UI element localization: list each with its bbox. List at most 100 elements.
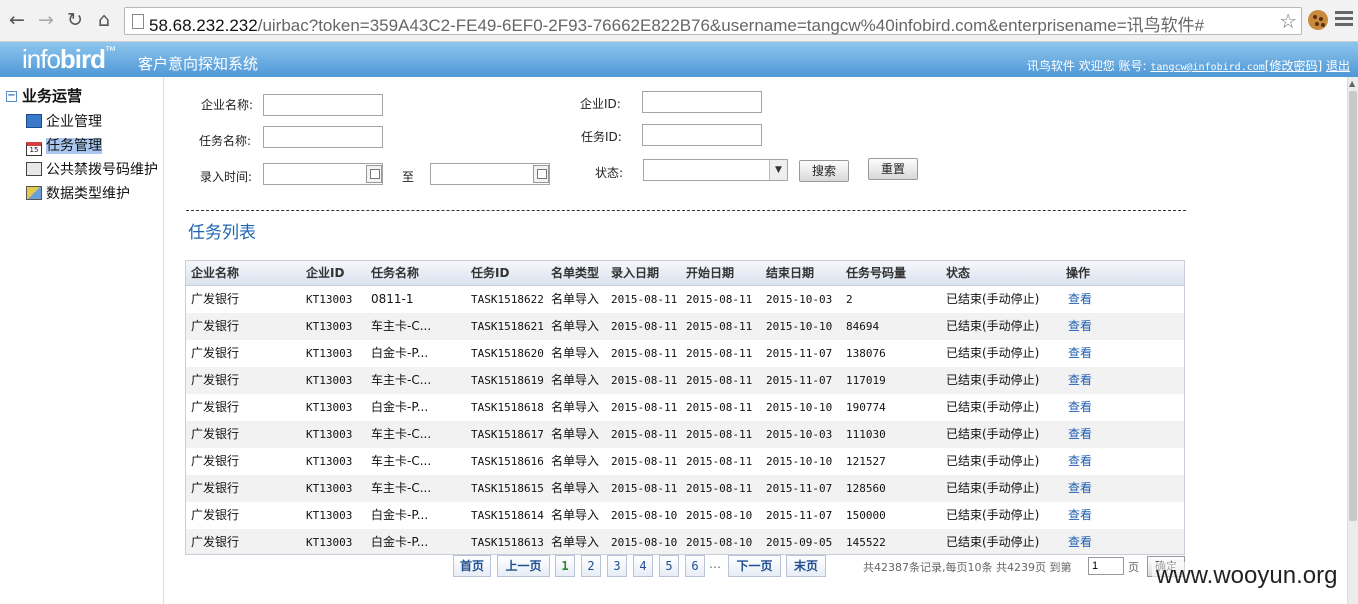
entry-time-end-input[interactable] [430, 163, 550, 185]
cell-action: 查看 [1068, 367, 1092, 394]
col-status[interactable]: 状态 [946, 261, 970, 286]
entry-time-start-input[interactable] [263, 163, 383, 185]
cell-task-id: TASK1518621 [471, 320, 544, 333]
sidebar-item-data-types[interactable]: 数据类型维护 [26, 183, 130, 205]
cell-company-id: KT13003 [306, 401, 353, 414]
col-task-name[interactable]: 任务名称 [371, 261, 419, 286]
reset-button[interactable]: 重置 [868, 158, 918, 180]
cell-task-name: 白金卡-P... [371, 346, 429, 360]
cell-end-date: 2015-10-10 [766, 320, 833, 333]
cell-task-name: 0811-1 [371, 292, 414, 306]
cell-start-date: 2015-08-11 [686, 347, 753, 360]
page-button-5[interactable]: 5 [659, 555, 679, 577]
browser-menu-icon[interactable] [1335, 11, 1353, 29]
cell-start-date: 2015-08-10 [686, 509, 753, 522]
vertical-scrollbar[interactable]: ▲ [1347, 77, 1358, 604]
view-link[interactable]: 查看 [1068, 292, 1092, 306]
page-button-4[interactable]: 4 [633, 555, 653, 577]
cookie-extension-icon[interactable] [1308, 10, 1328, 30]
cell-task-id: TASK1518615 [471, 482, 544, 495]
change-password-link[interactable]: 修改密码 [1269, 59, 1317, 73]
col-task-id[interactable]: 任务ID [471, 261, 509, 286]
view-link[interactable]: 查看 [1068, 373, 1092, 387]
page-button-3[interactable]: 3 [607, 555, 627, 577]
cell-entry-date: 2015-08-10 [611, 536, 678, 549]
cell-number-count: 121527 [846, 455, 886, 468]
cell-task-id: TASK1518617 [471, 428, 544, 441]
cell-entry-date: 2015-08-11 [611, 401, 678, 414]
table-row: 广发银行 KT13003 车主卡-C... TASK1518615 名单导入 2015-0… [186, 475, 1184, 502]
col-company-name[interactable]: 企业名称 [191, 261, 239, 286]
sidebar-item-enterprise[interactable]: 企业管理 [26, 111, 102, 133]
company-id-input[interactable] [642, 91, 762, 113]
cell-end-date: 2015-10-10 [766, 455, 833, 468]
page-unit-label: 页 [1128, 561, 1139, 574]
search-button[interactable]: 搜索 [799, 160, 849, 182]
calendar-picker-icon[interactable] [533, 165, 549, 183]
data-type-icon [26, 186, 42, 200]
col-company-id[interactable]: 企业ID [306, 261, 344, 286]
view-link[interactable]: 查看 [1068, 481, 1092, 495]
collapse-icon[interactable]: − [6, 91, 17, 102]
company-name-label: 企业名称: [201, 98, 254, 112]
cell-task-name: 白金卡-P... [371, 535, 429, 549]
table-row: 广发银行 KT13003 车主卡-C... TASK1518619 名单导入 2015-0… [186, 367, 1184, 394]
sidebar-item-dnc-numbers[interactable]: 公共禁拨号码维护 [26, 159, 158, 181]
cell-task-id: TASK1518620 [471, 347, 544, 360]
next-page-button[interactable]: 下一页 [728, 555, 781, 577]
cell-company-name: 广发银行 [191, 292, 240, 306]
account-email[interactable]: tangcw@infobird.com [1150, 62, 1264, 73]
company-name-input[interactable] [263, 94, 383, 116]
view-link[interactable]: 查看 [1068, 400, 1092, 414]
cell-entry-date: 2015-08-11 [611, 374, 678, 387]
view-link[interactable]: 查看 [1068, 427, 1092, 441]
cell-list-type: 名单导入 [551, 373, 600, 387]
cell-action: 查看 [1068, 394, 1092, 421]
chevron-down-icon[interactable]: ▼ [769, 160, 787, 180]
tree-root-business-ops[interactable]: − 业务运营 [6, 85, 82, 106]
cell-company-id: KT13003 [306, 536, 353, 549]
sidebar-item-tasks[interactable]: 15 任务管理 [26, 135, 102, 157]
col-number-count[interactable]: 任务号码量 [846, 261, 906, 286]
col-start-date[interactable]: 开始日期 [686, 261, 734, 286]
bookmark-star-icon[interactable]: ☆ [1279, 9, 1297, 33]
first-page-button[interactable]: 首页 [453, 555, 491, 577]
status-select[interactable]: ▼ [643, 159, 788, 181]
scroll-up-icon[interactable]: ▲ [1349, 79, 1355, 88]
forward-arrow-icon[interactable]: → [35, 9, 57, 31]
address-bar[interactable]: 58.68.232.232/uirbac?token=359A43C2-FE49… [124, 7, 1302, 35]
view-link[interactable]: 查看 [1068, 535, 1092, 549]
page-button-1[interactable]: 1 [555, 555, 575, 577]
task-name-input[interactable] [263, 126, 383, 148]
view-link[interactable]: 查看 [1068, 346, 1092, 360]
page-button-2[interactable]: 2 [581, 555, 601, 577]
last-page-button[interactable]: 末页 [786, 555, 826, 577]
col-entry-date[interactable]: 录入日期 [611, 261, 659, 286]
cell-task-name: 车主卡-C... [371, 319, 432, 333]
cell-end-date: 2015-11-07 [766, 374, 833, 387]
browser-toolbar: ← → ↻ ⌂ 58.68.232.232/uirbac?token=359A4… [0, 0, 1358, 42]
table-row: 广发银行 KT13003 车主卡-C... TASK1518616 名单导入 2015-0… [186, 448, 1184, 475]
calendar-picker-icon[interactable] [366, 165, 382, 183]
view-link[interactable]: 查看 [1068, 508, 1092, 522]
cell-list-type: 名单导入 [551, 481, 600, 495]
home-icon[interactable]: ⌂ [93, 9, 115, 31]
logout-link[interactable]: 退出 [1326, 59, 1350, 73]
view-link[interactable]: 查看 [1068, 454, 1092, 468]
scroll-thumb[interactable] [1349, 91, 1357, 521]
cell-status: 已结束(手动停止) [946, 319, 1040, 333]
cell-task-id: TASK1518616 [471, 455, 544, 468]
task-id-input[interactable] [642, 124, 762, 146]
col-end-date[interactable]: 结束日期 [766, 261, 814, 286]
cell-end-date: 2015-09-05 [766, 536, 833, 549]
view-link[interactable]: 查看 [1068, 319, 1092, 333]
cell-number-count: 111030 [846, 428, 886, 441]
goto-page-input[interactable] [1088, 557, 1124, 575]
prev-page-button[interactable]: 上一页 [497, 555, 550, 577]
reload-icon[interactable]: ↻ [64, 9, 86, 31]
page-button-6[interactable]: 6 [685, 555, 705, 577]
cell-end-date: 2015-11-07 [766, 509, 833, 522]
col-list-type[interactable]: 名单类型 [551, 261, 599, 286]
cell-task-name: 车主卡-C... [371, 481, 432, 495]
back-arrow-icon[interactable]: ← [6, 9, 28, 31]
